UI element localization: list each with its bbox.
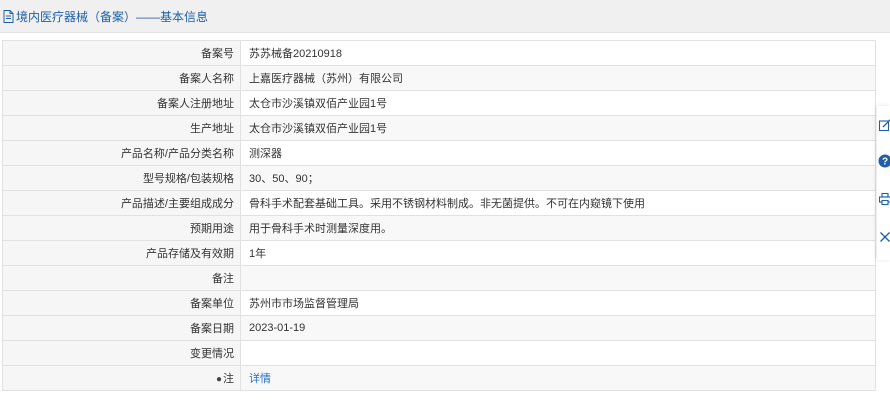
field-value: 太仓市沙溪镇双佰产业园1号 bbox=[240, 115, 876, 141]
note-value-cell: 详情 bbox=[240, 365, 876, 391]
field-label: 预期用途 bbox=[2, 215, 241, 241]
table-row: 产品存储及有效期 1年 bbox=[2, 240, 876, 266]
table-row: 备案号 苏苏械备20210918 bbox=[2, 40, 876, 66]
table-row: 产品描述/主要组成成分 骨科手术配套基础工具。采用不锈钢材料制成。非无菌提供。不… bbox=[2, 190, 876, 216]
field-value bbox=[240, 340, 876, 366]
field-value: 2023-01-19 bbox=[240, 315, 876, 341]
field-label: 型号规格/包装规格 bbox=[2, 165, 241, 191]
table-row: 备注 bbox=[2, 265, 876, 291]
field-value: 骨科手术配套基础工具。采用不锈钢材料制成。非无菌提供。不可在内窥镜下使用 bbox=[240, 190, 876, 216]
table-row: 预期用途 用于骨科手术时测量深度用。 bbox=[2, 215, 876, 241]
page-header: 境内医疗器械（备案）——基本信息 bbox=[0, 0, 890, 33]
field-value: 测深器 bbox=[240, 140, 876, 166]
field-label: 备注 bbox=[2, 265, 241, 291]
field-value: 苏州市市场监督管理局 bbox=[240, 290, 876, 316]
field-label: 备案单位 bbox=[2, 290, 241, 316]
edit-icon[interactable] bbox=[878, 118, 890, 132]
pin-icon: ● bbox=[215, 374, 222, 385]
field-label: 产品存储及有效期 bbox=[2, 240, 241, 266]
field-label: 产品名称/产品分类名称 bbox=[2, 140, 241, 166]
field-label: 备案人名称 bbox=[2, 65, 241, 91]
field-value: 苏苏械备20210918 bbox=[240, 40, 876, 66]
table-row: 备案单位 苏州市市场监督管理局 bbox=[2, 290, 876, 316]
table-row: 产品名称/产品分类名称 测深器 bbox=[2, 140, 876, 166]
field-value bbox=[240, 265, 876, 291]
field-value: 30、50、90； bbox=[240, 165, 876, 191]
print-icon[interactable] bbox=[878, 192, 890, 206]
field-label: 备案号 bbox=[2, 40, 241, 66]
field-label: 备案人注册地址 bbox=[2, 90, 241, 116]
help-icon[interactable]: ? bbox=[878, 154, 890, 168]
field-label: 产品描述/主要组成成分 bbox=[2, 190, 241, 216]
page-title: 境内医疗器械（备案）——基本信息 bbox=[16, 9, 209, 24]
table-row: 备案人注册地址 太仓市沙溪镇双佰产业园1号 bbox=[2, 90, 876, 116]
note-row: ●注 详情 bbox=[2, 365, 876, 391]
svg-text:?: ? bbox=[882, 157, 888, 168]
document-icon bbox=[3, 9, 14, 23]
note-label-cell: ●注 bbox=[2, 365, 241, 391]
table-row: 备案日期 2023-01-19 bbox=[2, 315, 876, 341]
table-row: 型号规格/包装规格 30、50、90； bbox=[2, 165, 876, 191]
field-label: 生产地址 bbox=[2, 115, 241, 141]
field-value: 太仓市沙溪镇双佰产业园1号 bbox=[240, 90, 876, 116]
table-row: 备案人名称 上嘉医疗器械（苏州）有限公司 bbox=[2, 65, 876, 91]
note-label: 注 bbox=[223, 373, 234, 385]
table-row: 生产地址 太仓市沙溪镇双佰产业园1号 bbox=[2, 115, 876, 141]
field-value: 上嘉医疗器械（苏州）有限公司 bbox=[240, 65, 876, 91]
table-row: 变更情况 bbox=[2, 340, 876, 366]
field-value: 用于骨科手术时测量深度用。 bbox=[240, 215, 876, 241]
side-toolbar: ? bbox=[877, 106, 890, 260]
close-icon[interactable] bbox=[878, 230, 890, 244]
field-value: 1年 bbox=[240, 240, 876, 266]
details-link[interactable]: 详情 bbox=[249, 373, 271, 385]
info-table: 备案号 苏苏械备20210918 备案人名称 上嘉医疗器械（苏州）有限公司 备案… bbox=[2, 40, 876, 391]
field-label: 备案日期 bbox=[2, 315, 241, 341]
field-label: 变更情况 bbox=[2, 340, 241, 366]
